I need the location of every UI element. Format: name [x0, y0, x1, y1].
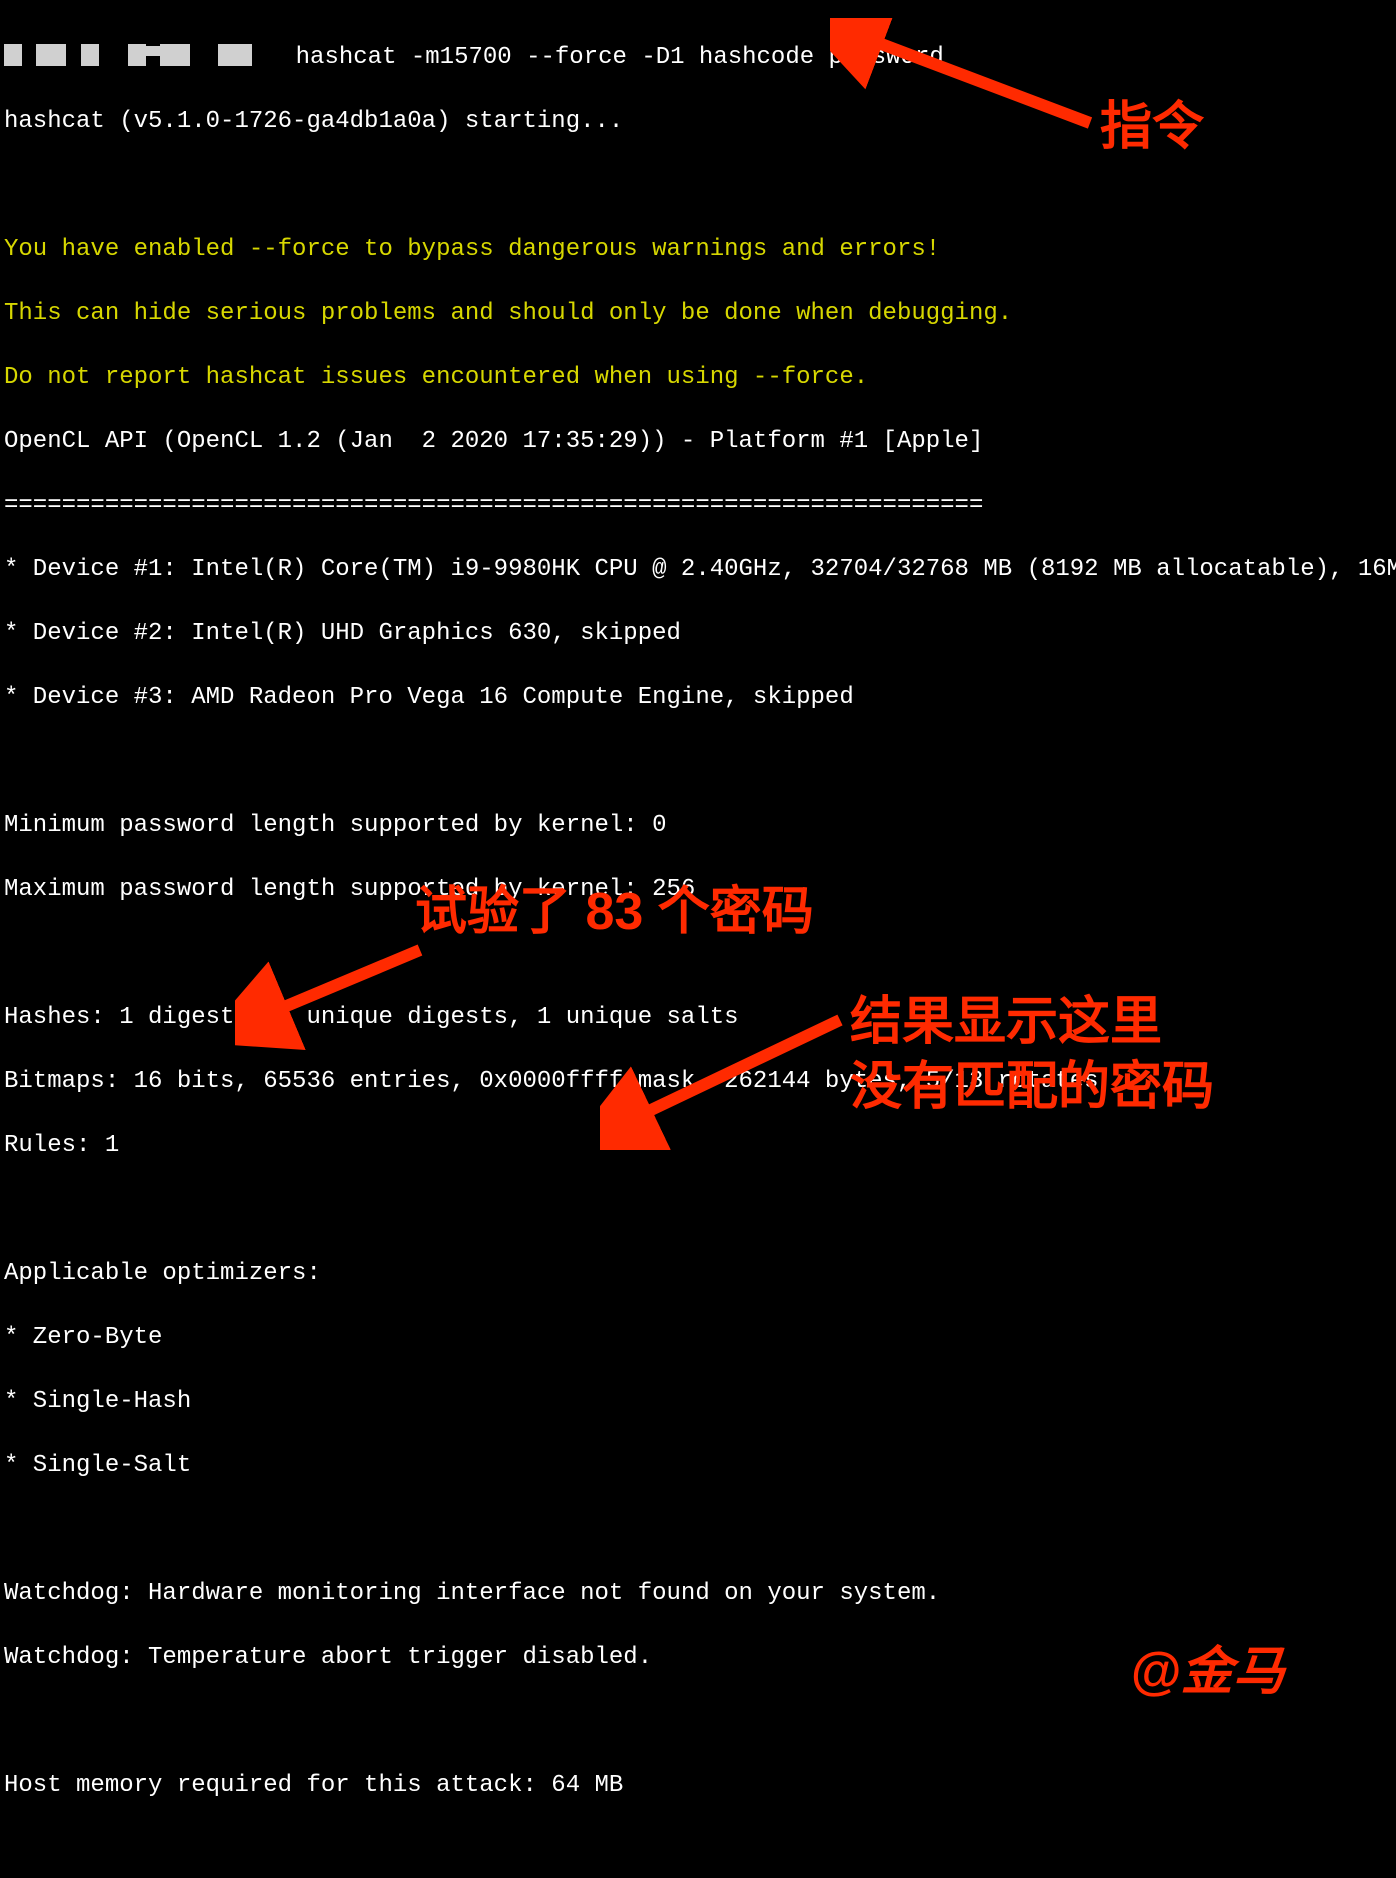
- device-1: * Device #1: Intel(R) Core(TM) i9-9980HK…: [4, 554, 1392, 586]
- annot-cmd-label: 指令: [1100, 95, 1204, 160]
- warn-2: This can hide serious problems and shoul…: [4, 298, 1392, 330]
- opt-1: * Zero-Byte: [4, 1322, 1392, 1354]
- warn-3: Do not report hashcat issues encountered…: [4, 362, 1392, 394]
- hostmem-line: Host memory required for this attack: 64…: [4, 1770, 1392, 1802]
- opt-3: * Single-Salt: [4, 1450, 1392, 1482]
- terminal-output: hashcat -m15700 --force -D1 hashcode pas…: [0, 0, 1396, 1878]
- watchdog-1: Watchdog: Hardware monitoring interface …: [4, 1578, 1392, 1610]
- device-3: * Device #3: AMD Radeon Pro Vega 16 Comp…: [4, 682, 1392, 714]
- annot-result-line2: 没有匹配的密码: [850, 1055, 1214, 1120]
- hashes-line: Hashes: 1 digests; 1 unique digests, 1 u…: [4, 1002, 1392, 1034]
- opt-2: * Single-Hash: [4, 1386, 1392, 1418]
- annot-author: @金马: [1130, 1640, 1285, 1705]
- min-pw: Minimum password length supported by ker…: [4, 810, 1392, 842]
- rules-line: Rules: 1: [4, 1130, 1392, 1162]
- device-2: * Device #2: Intel(R) UHD Graphics 630, …: [4, 618, 1392, 650]
- warn-1: You have enabled --force to bypass dange…: [4, 234, 1392, 266]
- annot-tried-label: 试验了 83 个密码: [415, 880, 814, 945]
- annot-result-line1: 结果显示这里: [850, 990, 1162, 1055]
- cmd-text: hashcat -m15700 --force -D1 hashcode pas…: [296, 44, 944, 71]
- cmd-line: hashcat -m15700 --force -D1 hashcode pas…: [4, 42, 1392, 74]
- opencl-line: OpenCL API (OpenCL 1.2 (Jan 2 2020 17:35…: [4, 426, 1392, 458]
- opt-header: Applicable optimizers:: [4, 1258, 1392, 1290]
- hr-line: ========================================…: [4, 490, 1392, 522]
